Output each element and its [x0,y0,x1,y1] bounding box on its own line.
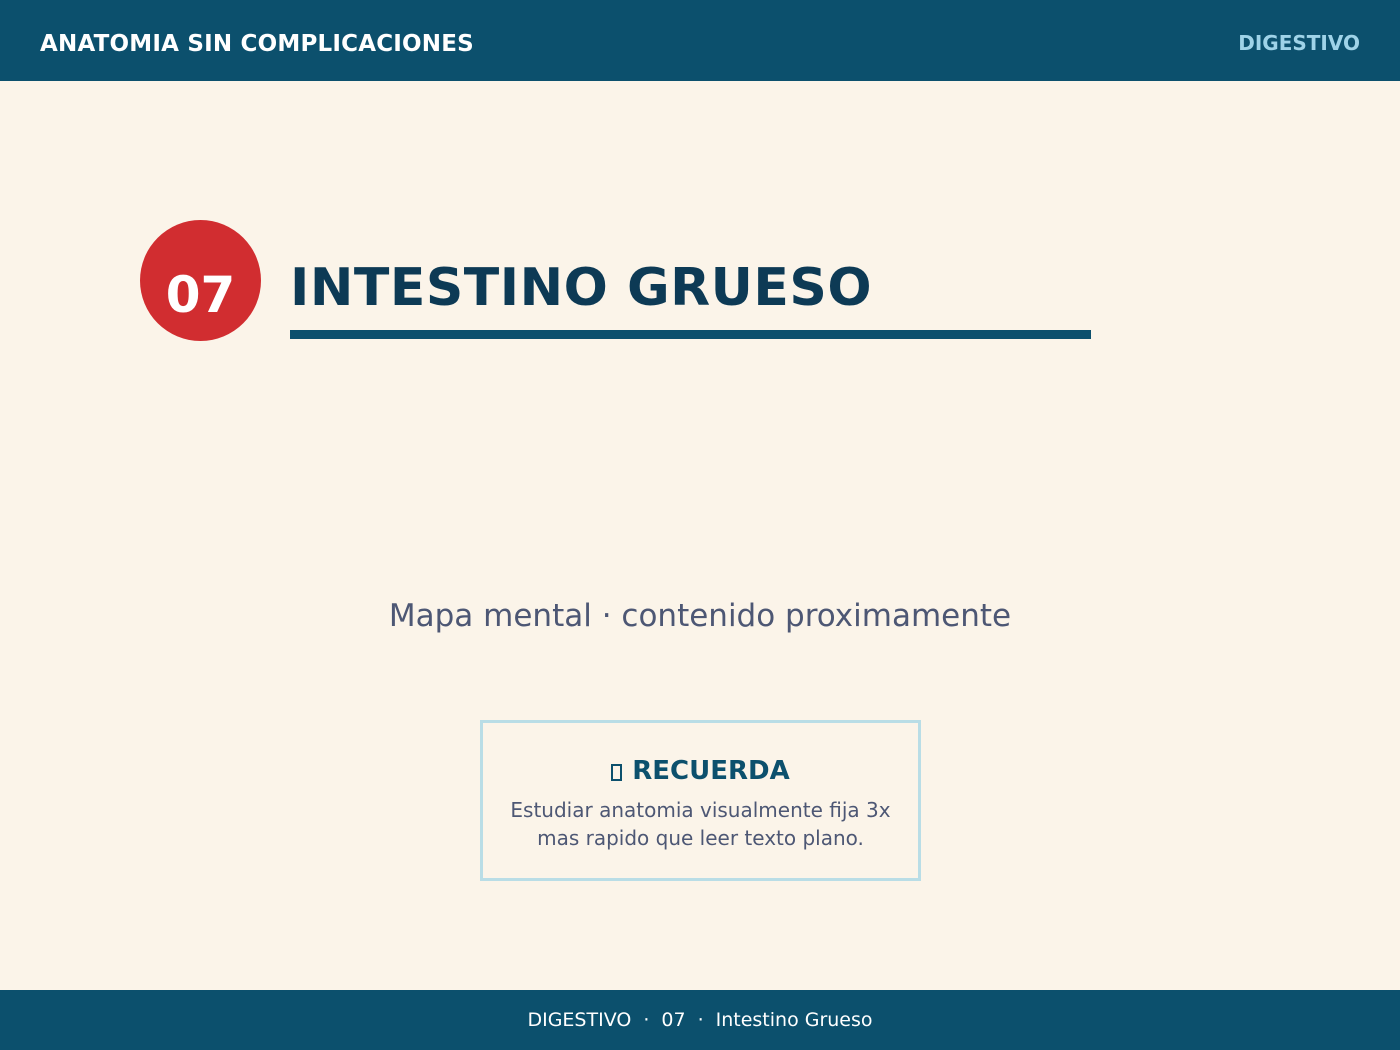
content-placeholder-text: Mapa mental · contenido proximamente [388,598,1012,634]
footer-number: 07 [661,1009,686,1031]
note-heading-label: RECUERDA [632,756,790,786]
section-tag: DIGESTIVO [1238,31,1360,55]
chapter-number: 07 [165,265,236,324]
chapter-number-badge: 07 [140,220,261,341]
note-text: Estudiar anatomia visualmente fija 3x ma… [510,798,891,850]
top-header-bar: ANATOMIA SIN COMPLICACIONES DIGESTIVO [0,0,1400,81]
bottom-footer-bar: DIGESTIVO · 07 · Intestino Grueso [0,990,1400,1050]
placeholder-glyph-icon [611,763,623,781]
note-heading: RECUERDA [483,756,918,786]
footer-separator: · [643,1009,650,1031]
remember-note-box: RECUERDA Estudiar anatomia visualmente f… [480,720,921,881]
title-underline [290,330,1091,339]
footer-separator: · [697,1009,704,1031]
footer-section: DIGESTIVO [527,1009,632,1031]
footer-title: Intestino Grueso [715,1009,873,1031]
page-title: INTESTINO GRUESO [290,258,873,318]
brand-title: ANATOMIA SIN COMPLICACIONES [40,31,474,57]
